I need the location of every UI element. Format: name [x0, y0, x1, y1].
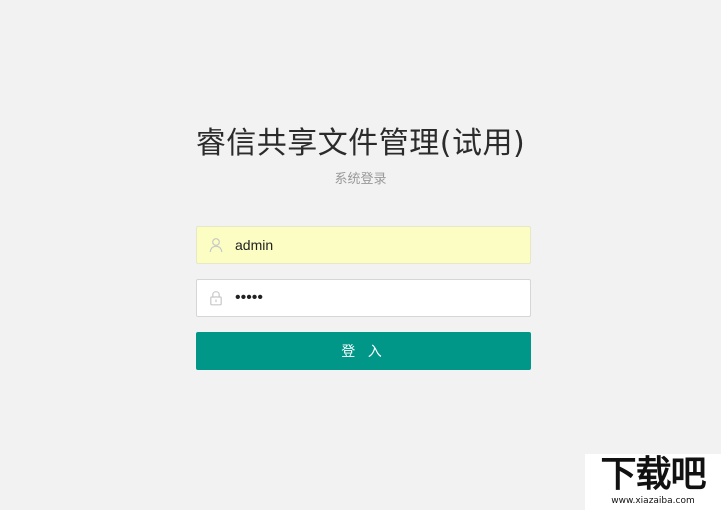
page-subtitle: 系统登录 — [334, 172, 387, 187]
page-title: 睿信共享文件管理(试用) — [195, 126, 526, 161]
login-page: 睿信共享文件管理(试用) 系统登录 登 入 下载吧 www.xiazaiba.c… — [0, 0, 721, 510]
login-button[interactable]: 登 入 — [196, 332, 531, 370]
user-icon — [209, 238, 223, 253]
lock-icon — [210, 291, 222, 306]
watermark-url: www.xiazaiba.com — [611, 496, 695, 506]
watermark-logo: 下载吧 www.xiazaiba.com — [585, 454, 721, 510]
username-field[interactable] — [196, 226, 531, 264]
password-input[interactable] — [235, 280, 520, 316]
username-input[interactable] — [235, 227, 520, 263]
password-field[interactable] — [196, 279, 531, 317]
watermark-logo-text: 下载吧 — [600, 454, 706, 495]
